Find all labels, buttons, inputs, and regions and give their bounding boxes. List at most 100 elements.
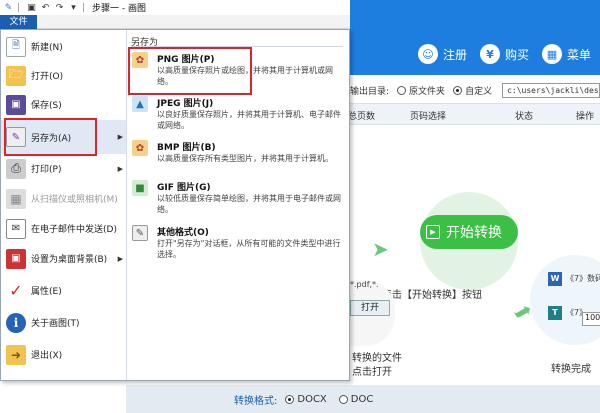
menu-item-label: 设置为桌面背景(B) <box>31 255 108 265</box>
zoom-box: 100 <box>582 312 600 326</box>
paint-app-icon: ✎ <box>4 2 13 13</box>
user-icon: ☺ <box>418 44 438 64</box>
column-status: 状态 <box>515 112 534 122</box>
menu-item-label: 退出(X) <box>31 351 63 361</box>
menu-item-properties[interactable]: ✓ 属性(E) <box>1 276 126 305</box>
highlight-png <box>128 47 252 95</box>
arrow-right-icon: ➤ <box>372 237 389 261</box>
file-menu-commands: 🗎 新建(N) 🗁 打开(O) ▣ 保存(S) ✎ 另存为(A) ▶ ⎙ 打印(… <box>1 30 127 380</box>
jpeg-image-icon: ▲ <box>132 96 148 112</box>
format-doc-option[interactable]: DOC <box>338 393 374 405</box>
menu-item-save[interactable]: ▣ 保存(S) <box>1 90 126 119</box>
menu-item-label: 打印(P) <box>31 165 62 175</box>
add-file-caption-1: 转换的文件 <box>352 353 402 364</box>
save-as-gif[interactable]: ■ GIF 图片(G) 以较低质量保存简单绘图，并将其用于电子邮件或网络。 <box>127 178 349 218</box>
gif-image-icon: ■ <box>132 180 148 196</box>
file-tab[interactable]: 文件 <box>0 15 37 29</box>
pdf-filter-text: *.pdf,*. <box>350 280 379 289</box>
undo-icon[interactable]: ↶ <box>40 3 51 13</box>
buy-label: 购买 <box>505 47 530 62</box>
click-instruction: 点击【开始转换】按钮 <box>382 290 482 301</box>
output-path-field[interactable]: c:\users\jackli\des <box>502 82 600 98</box>
menu-item-desktop-background[interactable]: ▣ 设置为桌面背景(B) ▶ <box>1 244 126 273</box>
start-convert-label: 开始转换 <box>446 225 502 241</box>
option-name: GIF 图片(G) <box>157 183 211 193</box>
word-icon: W <box>548 272 562 286</box>
open-button[interactable]: 打开 <box>350 300 390 316</box>
option-description: 打开"另存为"对话框，从所有可能的文件类型中进行选择。 <box>157 239 341 259</box>
grid-icon: ▦ <box>542 44 562 64</box>
docx-label: DOCX <box>297 393 327 405</box>
buy-button[interactable]: ¥ 购买 <box>480 44 529 64</box>
format-label: 转换格式: <box>234 395 278 407</box>
scanner-icon: ▦ <box>6 188 26 209</box>
original-folder-radio[interactable] <box>397 85 407 95</box>
done-illustration-circle <box>530 255 600 345</box>
menu-item-label: 保存(S) <box>31 101 62 111</box>
checkmark-icon: ✓ <box>9 281 23 300</box>
custom-folder-radio[interactable] <box>453 85 463 95</box>
save-disk-icon: ▣ <box>6 94 26 115</box>
option-description: 以高质量保存所有类型图片，并将其用于计算机。 <box>157 154 333 163</box>
open-folder-icon: 🗁 <box>6 65 26 86</box>
save-as-submenu: 另存为 ✿ PNG 图片(P) 以高质量保存照片或绘图，并将其用于计算机或网络。… <box>127 30 349 380</box>
customize-dropdown-icon[interactable]: ▾ <box>68 3 79 13</box>
new-document-icon: 🗎 <box>6 36 26 57</box>
exit-icon: ➜ <box>6 344 26 365</box>
option-description: 以较低质量保存简单绘图，并将其用于电子邮件或网络。 <box>157 194 341 214</box>
menu-item-label: 打开(O) <box>31 72 64 82</box>
submenu-arrow-icon: ▶ <box>117 164 123 173</box>
publisher-icon: T <box>548 306 562 320</box>
separator <box>83 3 84 12</box>
output-directory-row: 输出目录: 原文件夹 自定义 c:\users\jackli\des <box>350 82 600 98</box>
original-folder-label: 原文件夹 <box>409 86 446 97</box>
menu-item-new[interactable]: 🗎 新建(N) <box>1 32 126 61</box>
ribbon-tab-strip <box>37 15 350 29</box>
doc-radio[interactable] <box>338 394 348 404</box>
other-formats-icon: ✎ <box>132 225 148 241</box>
menu-item-about[interactable]: i 关于画图(T) <box>1 308 126 337</box>
menu-item-label: 在电子邮件中发送(D) <box>31 225 117 235</box>
register-button[interactable]: ☺ 注册 <box>418 44 467 64</box>
menu-label: 菜单 <box>567 47 592 62</box>
window-title: 步骤一 - 画图 <box>92 4 146 14</box>
desktop-background-icon: ▣ <box>6 248 26 269</box>
custom-folder-label: 自定义 <box>465 86 493 97</box>
menu-item-scanner: ▦ 从扫描仪或照相机(M) <box>1 184 126 213</box>
option-name: 其他格式(O) <box>157 228 209 238</box>
printer-icon: ⎙ <box>6 158 26 179</box>
format-bar: 转换格式: DOCX DOC <box>126 385 600 413</box>
separator <box>18 3 19 12</box>
save-as-other[interactable]: ✎ 其他格式(O) 打开"另存为"对话框，从所有可能的文件类型中进行选择。 <box>127 223 349 263</box>
doc-label: DOC <box>350 393 374 405</box>
docx-radio[interactable] <box>285 394 295 404</box>
menu-item-label: 关于画图(T) <box>31 319 80 329</box>
bmp-image-icon: ✿ <box>132 140 148 156</box>
column-page-selection: 页码选择 <box>410 112 447 122</box>
email-icon: ✉ <box>6 218 26 239</box>
file-table-header: 总页数 页码选择 状态 操作 <box>348 103 600 125</box>
quick-save-icon[interactable]: ▣ <box>26 3 37 13</box>
menu-item-email[interactable]: ✉ 在电子邮件中发送(D) <box>1 214 126 243</box>
highlight-save-as <box>4 118 97 156</box>
redo-icon[interactable]: ↷ <box>54 3 65 13</box>
format-docx-option[interactable]: DOCX <box>285 393 327 405</box>
menu-button[interactable]: ▦ 菜单 <box>542 44 591 64</box>
column-actions: 操作 <box>576 112 595 122</box>
menu-item-label: 从扫描仪或照相机(M) <box>31 195 118 205</box>
play-icon: ▶ <box>426 225 440 239</box>
save-as-bmp[interactable]: ✿ BMP 图片(B) 以高质量保存所有类型图片，并将其用于计算机。 <box>127 138 349 174</box>
register-label: 注册 <box>443 47 468 62</box>
menu-item-open[interactable]: 🗁 打开(O) <box>1 61 126 90</box>
add-file-caption-2: 点击打开 <box>352 367 392 378</box>
option-name: BMP 图片(B) <box>157 143 216 153</box>
save-as-jpeg[interactable]: ▲ JPEG 图片(J) 以良好质量保存照片，并将其用于计算机、电子邮件或网络。 <box>127 94 349 134</box>
menu-item-exit[interactable]: ➜ 退出(X) <box>1 340 126 369</box>
info-icon: i <box>6 312 26 333</box>
menu-item-print[interactable]: ⎙ 打印(P) ▶ <box>1 154 126 183</box>
output-dir-label: 输出目录: <box>350 86 390 97</box>
submenu-arrow-icon: ▶ <box>117 133 123 141</box>
column-total-pages: 总页数 <box>348 112 376 122</box>
start-convert-button[interactable]: ▶ 开始转换 <box>420 215 518 249</box>
option-name: JPEG 图片(J) <box>157 99 214 109</box>
